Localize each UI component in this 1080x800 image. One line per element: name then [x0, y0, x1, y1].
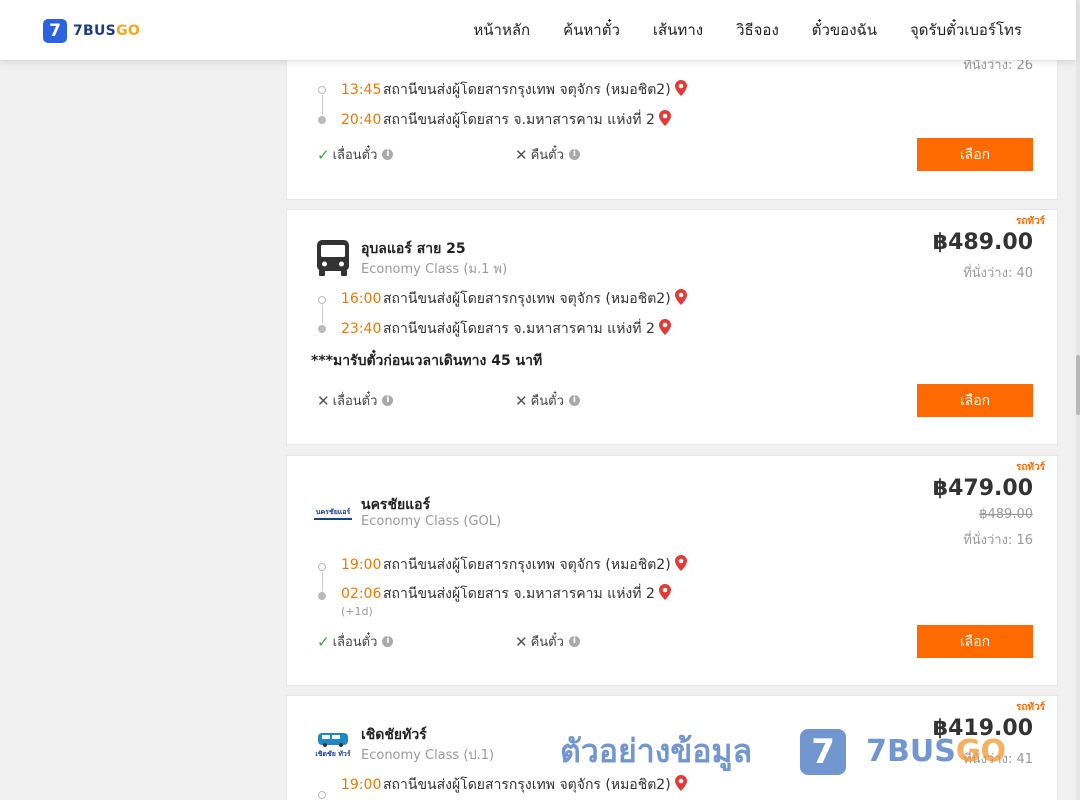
depart-stop: 19:00 สถานีขนส่งผู้โดยสารกรุงเทพ จตุจักร… — [341, 555, 687, 575]
nav-routes[interactable]: เส้นทาง — [653, 18, 703, 42]
depart-stop: 16:00 สถานีขนส่งผู้โดยสารกรุงเทพ จตุจักร… — [341, 289, 687, 309]
arrive-station: สถานีขนส่งผู้โดยสาร จ.มหาสารคาม แห่งที่ … — [383, 321, 655, 337]
depart-station: สถานีขนส่งผู้โดยสารกรุงเทพ จตุจักร (หมอช… — [383, 82, 671, 98]
trip-note: ***มารับตั๋วก่อนเวลาเดินทาง 45 นาที — [311, 353, 543, 369]
page-scrollbar[interactable] — [1076, 0, 1080, 800]
main-nav: หน้าหลัก ค้นหาตั๋ว เส้นทาง วิธีจอง ตั๋วข… — [440, 0, 1022, 60]
bus-type-tag: รถทัวร์ — [1015, 702, 1045, 713]
select-trip-button[interactable]: เลือก — [917, 384, 1033, 417]
info-icon[interactable]: i — [568, 636, 580, 647]
operator-name: เชิดชัยทัวร์ — [361, 727, 427, 743]
arrive-time: 02:06 — [341, 586, 382, 602]
nav-home[interactable]: หน้าหลัก — [473, 18, 530, 42]
nav-pickup-points[interactable]: จุดรับตั๋วเบอร์โทร — [910, 18, 1022, 42]
arrive-stop: 23:40 สถานีขนส่งผู้โดยสาร จ.มหาสารคาม แห… — [341, 319, 671, 339]
depart-time: 16:00 — [341, 291, 382, 307]
route-line — [321, 572, 323, 591]
reschedule-policy: ✕ เลื่อนตั๋ว i — [317, 390, 394, 411]
nav-search-ticket[interactable]: ค้นหาตั๋ว — [563, 18, 620, 42]
map-pin-icon[interactable] — [674, 555, 687, 575]
seats-available: ที่นั่งว่าง: 16 — [963, 533, 1033, 548]
depart-time: 19:00 — [341, 777, 382, 793]
arrive-stop: 02:06 สถานีขนส่งผู้โดยสาร จ.มหาสารคาม แห… — [341, 584, 671, 604]
site-logo[interactable]: 7 7BUSGO — [43, 19, 140, 43]
reschedule-policy: ✓ เลื่อนตั๋ว i — [317, 631, 394, 652]
depart-time: 19:00 — [341, 557, 382, 573]
operator-name: นครชัยแอร์ — [361, 497, 431, 513]
route-line — [321, 95, 323, 115]
info-icon[interactable]: i — [382, 395, 394, 406]
seats-available: ที่นั่งว่าง: 41 — [963, 752, 1033, 767]
trip-card: รถทัวร์ นครชัยแอร์ นครชัยแอร์ Economy Cl… — [286, 455, 1058, 686]
service-class: Economy Class (ป.1) — [361, 748, 495, 763]
cross-icon: ✕ — [515, 632, 528, 651]
check-icon: ✓ — [317, 632, 330, 651]
arrive-dot — [318, 325, 326, 333]
select-trip-button[interactable]: เลือก — [917, 625, 1033, 658]
nav-my-tickets[interactable]: ตั๋วของฉัน — [812, 18, 877, 42]
service-class: Economy Class (GOL) — [361, 514, 502, 529]
depart-time: 13:45 — [341, 82, 382, 98]
depart-station: สถานีขนส่งผู้โดยสารกรุงเทพ จตุจักร (หมอช… — [383, 557, 671, 573]
operator-name: อุบลแอร์ สาย 25 — [361, 241, 466, 257]
scroll-thumb[interactable] — [1076, 355, 1080, 415]
depart-dot — [318, 86, 326, 94]
original-price: ฿489.00 — [979, 507, 1033, 522]
arrive-time: 23:40 — [341, 321, 382, 337]
select-trip-button[interactable]: เลือก — [917, 138, 1033, 171]
map-pin-icon[interactable] — [674, 289, 687, 309]
map-pin-icon[interactable] — [674, 80, 687, 100]
depart-stop: 13:45 สถานีขนส่งผู้โดยสารกรุงเทพ จตุจักร… — [341, 80, 687, 100]
reschedule-policy: ✓ เลื่อนตั๋ว i — [317, 144, 394, 165]
trip-card: รถทัวร์ อุบลแอร์ สาย 25 Economy Class (ม… — [286, 209, 1058, 445]
refund-policy: ✕ คืนตั๋ว i — [515, 390, 580, 411]
map-pin-icon[interactable] — [674, 775, 687, 795]
top-navbar: 7 7BUSGO หน้าหลัก ค้นหาตั๋ว เส้นทาง วิธี… — [0, 0, 1076, 60]
bus-icon — [313, 238, 353, 278]
cross-icon: ✕ — [515, 145, 528, 164]
operator-logo: นครชัยแอร์ — [313, 494, 353, 534]
map-pin-icon[interactable] — [658, 584, 671, 604]
nav-how-to-book[interactable]: วิธีจอง — [736, 18, 779, 42]
cross-icon: ✕ — [317, 391, 330, 410]
info-icon[interactable]: i — [568, 149, 580, 160]
info-icon[interactable]: i — [568, 395, 580, 406]
trip-card: รถทัวร์ เชิดชัย ทัวร์ เชิดชัยทัวร์ Econo… — [286, 695, 1058, 800]
depart-dot — [318, 563, 326, 571]
operator-logo: เชิดชัย ทัวร์ — [313, 724, 353, 764]
route-line — [321, 305, 323, 324]
next-day-indicator: (+1d) — [341, 605, 373, 618]
arrive-stop: 20:40 สถานีขนส่งผู้โดยสาร จ.มหาสารคาม แห… — [341, 110, 671, 130]
arrive-station: สถานีขนส่งผู้โดยสาร จ.มหาสารคาม แห่งที่ … — [383, 586, 655, 602]
cross-icon: ✕ — [515, 391, 528, 410]
logo-icon: 7 — [43, 19, 67, 43]
depart-stop: 19:00 สถานีขนส่งผู้โดยสารกรุงเทพ จตุจักร… — [341, 775, 687, 795]
info-icon[interactable]: i — [382, 636, 394, 647]
depart-station: สถานีขนส่งผู้โดยสารกรุงเทพ จตุจักร (หมอช… — [383, 291, 671, 307]
ticket-price: ฿479.00 — [932, 476, 1033, 501]
arrive-time: 20:40 — [341, 112, 382, 128]
depart-station: สถานีขนส่งผู้โดยสารกรุงเทพ จตุจักร (หมอช… — [383, 777, 671, 793]
depart-dot — [318, 791, 326, 799]
info-icon[interactable]: i — [382, 149, 394, 160]
bus-type-tag: รถทัวร์ — [1015, 462, 1045, 473]
ticket-price: ฿419.00 — [932, 716, 1033, 741]
map-pin-icon[interactable] — [658, 110, 671, 130]
ticket-price: ฿489.00 — [932, 230, 1033, 255]
arrive-dot — [318, 116, 326, 124]
service-class: Economy Class (ม.1 พ) — [361, 262, 508, 277]
seats-available: ที่นั่งว่าง: 40 — [963, 266, 1033, 281]
refund-policy: ✕ คืนตั๋ว i — [515, 631, 580, 652]
map-pin-icon[interactable] — [658, 319, 671, 339]
refund-policy: ✕ คืนตั๋ว i — [515, 144, 580, 165]
depart-dot — [318, 296, 326, 304]
arrive-dot — [318, 592, 326, 600]
check-icon: ✓ — [317, 145, 330, 164]
bus-type-tag: รถทัวร์ — [1015, 216, 1045, 227]
logo-text: 7BUSGO — [73, 23, 141, 39]
arrive-station: สถานีขนส่งผู้โดยสาร จ.มหาสารคาม แห่งที่ … — [383, 112, 655, 128]
